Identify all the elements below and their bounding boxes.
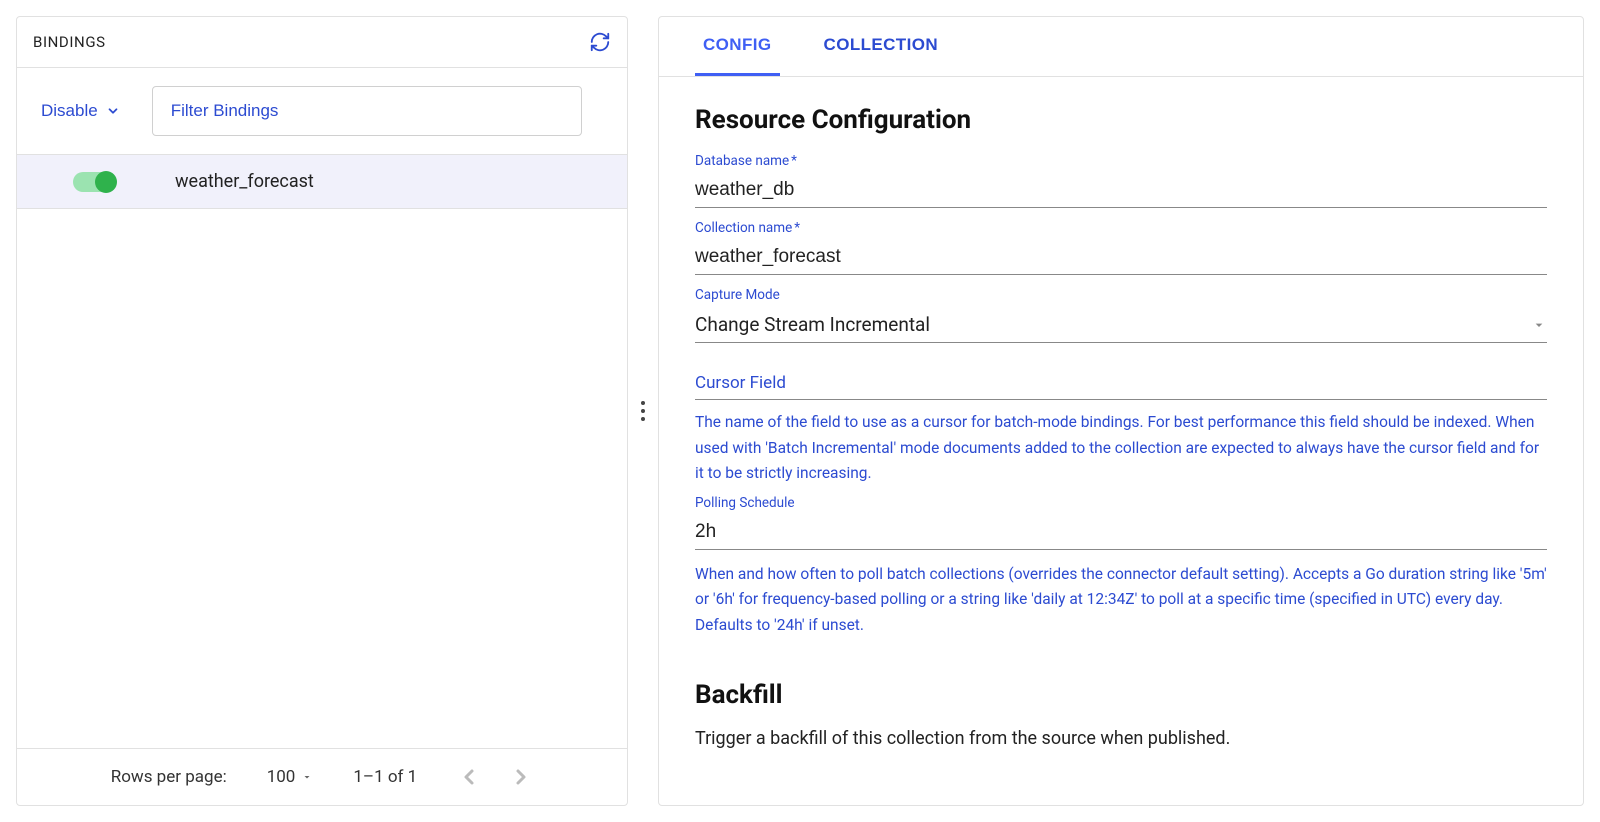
bindings-panel: BINDINGS Disable we: [16, 16, 628, 806]
binding-row[interactable]: weather_forecast: [17, 154, 627, 209]
section-title-resource-config: Resource Configuration: [695, 105, 1547, 135]
polling-schedule-label: Polling Schedule: [695, 495, 1547, 511]
collection-name-label: Collection name: [695, 220, 1547, 236]
disable-button[interactable]: Disable: [33, 97, 128, 125]
bindings-title: BINDINGS: [33, 33, 106, 51]
filter-bindings-input[interactable]: [153, 87, 581, 135]
toggle-knob: [95, 171, 117, 193]
capture-mode-label: Capture Mode: [695, 287, 1547, 303]
chevron-right-icon: [509, 765, 533, 789]
drag-handle-icon: [641, 401, 645, 421]
caret-down-icon: [1531, 317, 1547, 333]
bindings-toolbar: Disable: [17, 68, 627, 154]
next-page-button[interactable]: [509, 765, 533, 789]
rows-per-page-select[interactable]: 100: [267, 767, 314, 787]
caret-down-icon: [301, 771, 313, 783]
field-cursor: Cursor Field: [695, 373, 1547, 400]
rows-per-page-value: 100: [267, 767, 296, 787]
pagination: Rows per page: 100 1–1 of 1: [17, 748, 627, 805]
collection-name-input[interactable]: [695, 240, 1547, 275]
chevron-down-icon: [106, 104, 120, 118]
backfill-description: Trigger a backfill of this collection fr…: [695, 728, 1547, 749]
chevron-left-icon: [457, 765, 481, 789]
section-title-backfill: Backfill: [695, 680, 1547, 710]
field-capture-mode: Capture Mode Change Stream Incremental: [695, 287, 1547, 343]
database-name-label: Database name: [695, 153, 1547, 169]
panel-splitter[interactable]: [628, 16, 658, 806]
polling-schedule-help: When and how often to poll batch collect…: [695, 562, 1547, 639]
tabs: CONFIG COLLECTION: [659, 17, 1583, 77]
config-panel: CONFIG COLLECTION Resource Configuration…: [658, 16, 1584, 806]
capture-mode-value: Change Stream Incremental: [695, 313, 930, 336]
database-name-input[interactable]: [695, 173, 1547, 208]
prev-page-button[interactable]: [457, 765, 481, 789]
refresh-icon[interactable]: [589, 31, 611, 53]
field-collection-name: Collection name: [695, 220, 1547, 275]
binding-toggle[interactable]: [73, 172, 115, 192]
pagination-range: 1–1 of 1: [353, 767, 417, 787]
binding-name: weather_forecast: [175, 171, 314, 192]
polling-schedule-input[interactable]: [695, 515, 1547, 550]
field-polling-schedule: Polling Schedule: [695, 495, 1547, 550]
bindings-header: BINDINGS: [17, 17, 627, 68]
disable-label: Disable: [41, 101, 98, 121]
field-database-name: Database name: [695, 153, 1547, 208]
cursor-field-help: The name of the field to use as a cursor…: [695, 410, 1547, 487]
rows-per-page-label: Rows per page:: [111, 767, 227, 787]
filter-bindings-wrap[interactable]: [152, 86, 582, 136]
cursor-field-label[interactable]: Cursor Field: [695, 373, 1547, 400]
tab-collection[interactable]: COLLECTION: [816, 17, 947, 76]
capture-mode-select[interactable]: Change Stream Incremental: [695, 307, 1547, 343]
tab-config[interactable]: CONFIG: [695, 17, 780, 76]
